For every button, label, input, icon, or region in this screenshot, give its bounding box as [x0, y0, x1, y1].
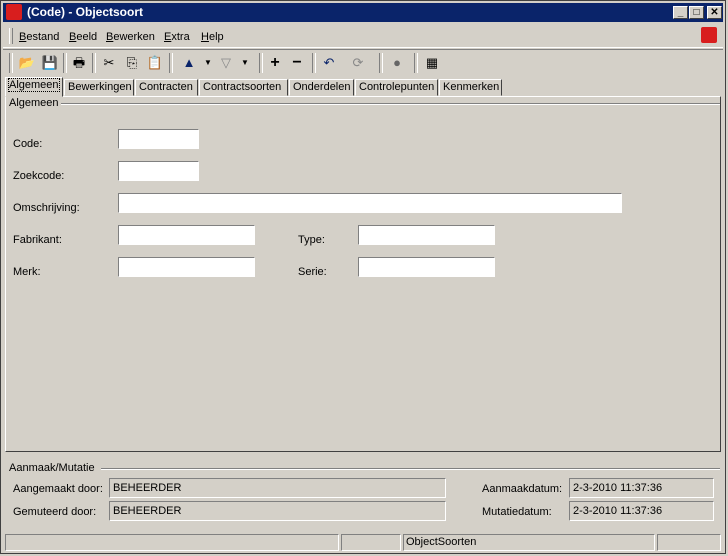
tab-onderdelen[interactable]: Onderdelen: [289, 79, 354, 96]
window-title: (Code) - Objectsoort: [27, 5, 143, 19]
menu-extra[interactable]: Extra: [164, 31, 190, 43]
toolbar-separator: [63, 53, 67, 73]
toolbar-separator: [379, 53, 383, 73]
toolbar: 📂 💾 🖶 ✂ ⎘ 📋 ▲ ▼ ▽ ▼ + − ↶ ⟳ ● ▦: [3, 49, 723, 76]
group-line: [101, 468, 720, 470]
menu-beeld[interactable]: Beeld: [69, 31, 97, 43]
zoekcode-field[interactable]: [118, 161, 199, 181]
fabrikant-label: Fabrikant:: [13, 234, 62, 246]
menu-bar: Bestand Beeld Bewerken Extra Help: [3, 25, 723, 48]
minimize-button[interactable]: _: [673, 6, 688, 19]
cut-icon[interactable]: ✂: [99, 53, 119, 73]
print-icon[interactable]: 🖶: [69, 53, 89, 73]
mutatiedatum-field: 2-3-2010 11:37:36: [569, 501, 714, 521]
toolbar-separator: [414, 53, 418, 73]
dropdown-arrow-icon[interactable]: ▼: [235, 53, 255, 73]
gemuteerd-door-label: Gemuteerd door:: [13, 506, 97, 518]
open-folder-icon[interactable]: 📂: [17, 53, 37, 73]
toolbar-separator: [312, 53, 316, 73]
status-panel: [657, 534, 721, 551]
user-icon[interactable]: ●: [387, 53, 407, 73]
maximize-button[interactable]: □: [689, 6, 704, 19]
omschrijving-field[interactable]: [118, 193, 622, 213]
toolbar-separator: [169, 53, 173, 73]
code-label: Code:: [13, 138, 43, 150]
serie-label: Serie:: [298, 266, 327, 278]
paste-icon[interactable]: 📋: [145, 53, 165, 73]
merk-field[interactable]: [118, 257, 255, 277]
toolbar-grip: [9, 53, 13, 73]
type-label: Type:: [298, 234, 325, 246]
tab-algemeen[interactable]: Algemeen: [5, 77, 63, 97]
copy-icon[interactable]: ⎘: [122, 53, 142, 73]
toolbar-separator: [92, 53, 96, 73]
window-layout-icon[interactable]: ▦: [422, 53, 442, 73]
zoekcode-label: Zoekcode:: [13, 170, 65, 182]
code-field[interactable]: [118, 129, 199, 149]
tab-bewerkingen[interactable]: Bewerkingen: [64, 79, 134, 96]
merk-label: Merk:: [13, 266, 41, 278]
title-bar[interactable]: (Code) - Objectsoort _ □ ✕: [3, 3, 723, 22]
menu-bewerken[interactable]: Bewerken: [106, 31, 155, 43]
aangemaakt-door-label: Aangemaakt door:: [13, 483, 103, 495]
tab-contractsoorten[interactable]: Contractsoorten: [199, 79, 288, 96]
aanmaakdatum-field: 2-3-2010 11:37:36: [569, 478, 714, 498]
group-title-aanmaak-mutatie: Aanmaak/Mutatie: [9, 462, 97, 474]
tab-controlepunten[interactable]: Controlepunten: [355, 79, 438, 96]
mutatiedatum-label: Mutatiedatum:: [482, 506, 552, 518]
tab-kenmerken[interactable]: Kenmerken: [439, 79, 502, 96]
toolbar-separator: [259, 53, 263, 73]
status-panel: [341, 534, 401, 551]
close-button[interactable]: ✕: [707, 6, 722, 19]
menu-help[interactable]: Help: [201, 31, 224, 43]
group-title-algemeen: Algemeen: [9, 97, 61, 109]
add-icon[interactable]: +: [265, 53, 285, 73]
app-logo-icon: [701, 27, 717, 43]
save-icon[interactable]: 💾: [40, 53, 60, 73]
aanmaakdatum-label: Aanmaakdatum:: [482, 483, 563, 495]
status-panel-center: ObjectSoorten: [403, 534, 655, 551]
refresh-icon[interactable]: ⟳: [348, 53, 368, 73]
type-field[interactable]: [358, 225, 495, 245]
group-line: [11, 103, 720, 105]
remove-icon[interactable]: −: [287, 53, 307, 73]
omschrijving-label: Omschrijving:: [13, 202, 80, 214]
menubar-grip: [9, 28, 13, 44]
arrow-up-icon[interactable]: ▲: [179, 53, 199, 73]
fabrikant-field[interactable]: [118, 225, 255, 245]
dropdown-arrow-icon[interactable]: ▼: [198, 53, 218, 73]
undo-icon[interactable]: ↶: [319, 53, 339, 73]
tab-contracten[interactable]: Contracten: [135, 79, 198, 96]
serie-field[interactable]: [358, 257, 495, 277]
aangemaakt-door-field: BEHEERDER: [109, 478, 446, 498]
menu-bestand[interactable]: Bestand: [19, 31, 59, 43]
arrow-down-icon[interactable]: ▽: [216, 53, 236, 73]
gemuteerd-door-field: BEHEERDER: [109, 501, 446, 521]
status-bar: ObjectSoorten: [3, 533, 723, 551]
app-logo-icon: [6, 4, 22, 20]
status-panel: [5, 534, 339, 551]
main-window: (Code) - Objectsoort _ □ ✕ Bestand Beeld…: [0, 0, 726, 554]
